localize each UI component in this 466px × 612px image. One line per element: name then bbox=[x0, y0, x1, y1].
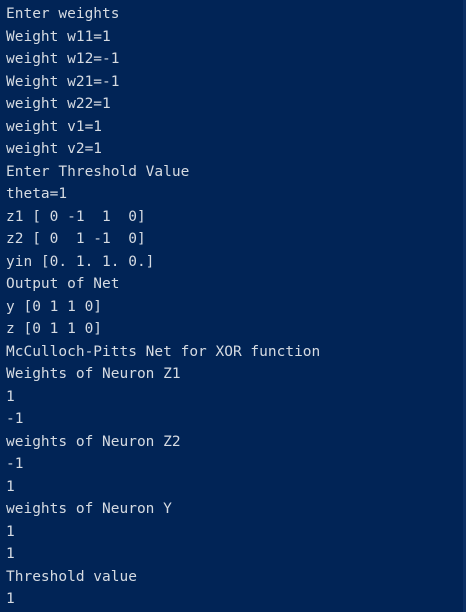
console-line-z2-array: z2 [ 0 1 -1 0] bbox=[6, 231, 146, 247]
console-line-enter-threshold: Enter Threshold Value bbox=[6, 163, 190, 180]
console-line-weights-z2-value-2: 1 bbox=[6, 478, 15, 495]
console-line-y-array: y [0 1 1 0] bbox=[6, 298, 103, 315]
console-line-yin-array: yin [0. 1. 1. 0.] bbox=[6, 253, 155, 270]
console-line-weight-v1: weight v1=1 bbox=[6, 118, 103, 135]
console-line-net-title: McCulloch-Pitts Net for XOR function bbox=[6, 343, 321, 360]
console-line-weight-w22: weight w22=1 bbox=[6, 96, 111, 112]
console-line-weight-w21: Weight w21=-1 bbox=[6, 73, 120, 90]
console-line-weights-z2-value-1: -1 bbox=[6, 456, 24, 472]
console-window[interactable]: Enter weights Weight w11=1 weight w12=-1… bbox=[0, 0, 466, 612]
console-line-weights-z1-value-2: -1 bbox=[6, 411, 24, 427]
console-line-weight-v2: weight v2=1 bbox=[6, 141, 103, 157]
console-line-weights-y-heading: weights of Neuron Y bbox=[6, 501, 172, 517]
console-line-weights-z1-heading: Weights of Neuron Z1 bbox=[6, 366, 181, 382]
console-line-z1-array: z1 [ 0 -1 1 0] bbox=[6, 208, 146, 225]
console-line-weights-z2-heading: weights of Neuron Z2 bbox=[6, 433, 181, 450]
console-line-threshold-heading: Threshold value bbox=[6, 568, 137, 585]
console-line-theta: theta=1 bbox=[6, 186, 68, 202]
console-line-weights-y-value-2: 1 bbox=[6, 546, 15, 562]
console-line-weight-w11: Weight w11=1 bbox=[6, 28, 111, 45]
console-line-z-array: z [0 1 1 0] bbox=[6, 321, 103, 337]
console-line-enter-weights: Enter weights bbox=[6, 6, 120, 22]
console-line-threshold-value: 1 bbox=[6, 591, 15, 607]
console-line-output-of-net: Output of Net bbox=[6, 276, 120, 292]
console-line-weights-z1-value-1: 1 bbox=[6, 388, 15, 405]
console-line-weight-w12: weight w12=-1 bbox=[6, 51, 120, 67]
console-line-weights-y-value-1: 1 bbox=[6, 523, 15, 540]
